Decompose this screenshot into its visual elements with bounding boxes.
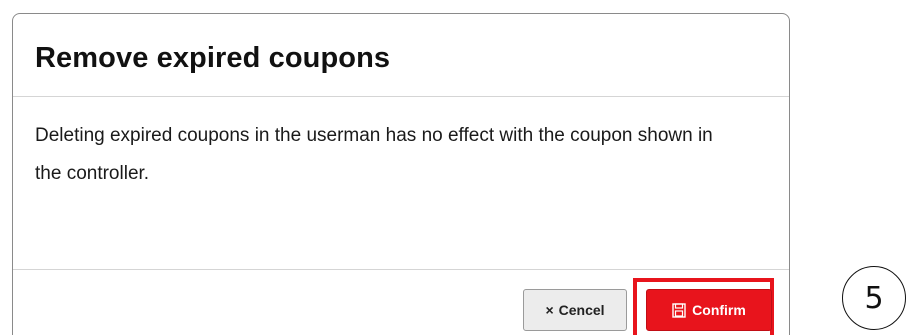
dialog-header: Remove expired coupons (13, 14, 789, 97)
confirm-button-label: Confirm (692, 302, 746, 318)
dialog-body: Deleting expired coupons in the userman … (13, 97, 789, 270)
step-number-badge: 5 (842, 266, 906, 330)
dialog-title: Remove expired coupons (35, 42, 391, 74)
save-icon (672, 302, 686, 318)
remove-coupons-dialog: Remove expired coupons Deleting expired … (12, 13, 790, 335)
confirm-button[interactable]: Confirm (646, 289, 772, 331)
cancel-button-label: Cencel (558, 302, 605, 318)
screen: Remove expired coupons Deleting expired … (0, 0, 906, 335)
close-icon: × (545, 302, 554, 318)
dialog-footer: × Cencel Confirm (13, 270, 789, 335)
dialog-message: Deleting expired coupons in the userman … (35, 125, 713, 184)
cancel-button[interactable]: × Cencel (523, 289, 627, 331)
